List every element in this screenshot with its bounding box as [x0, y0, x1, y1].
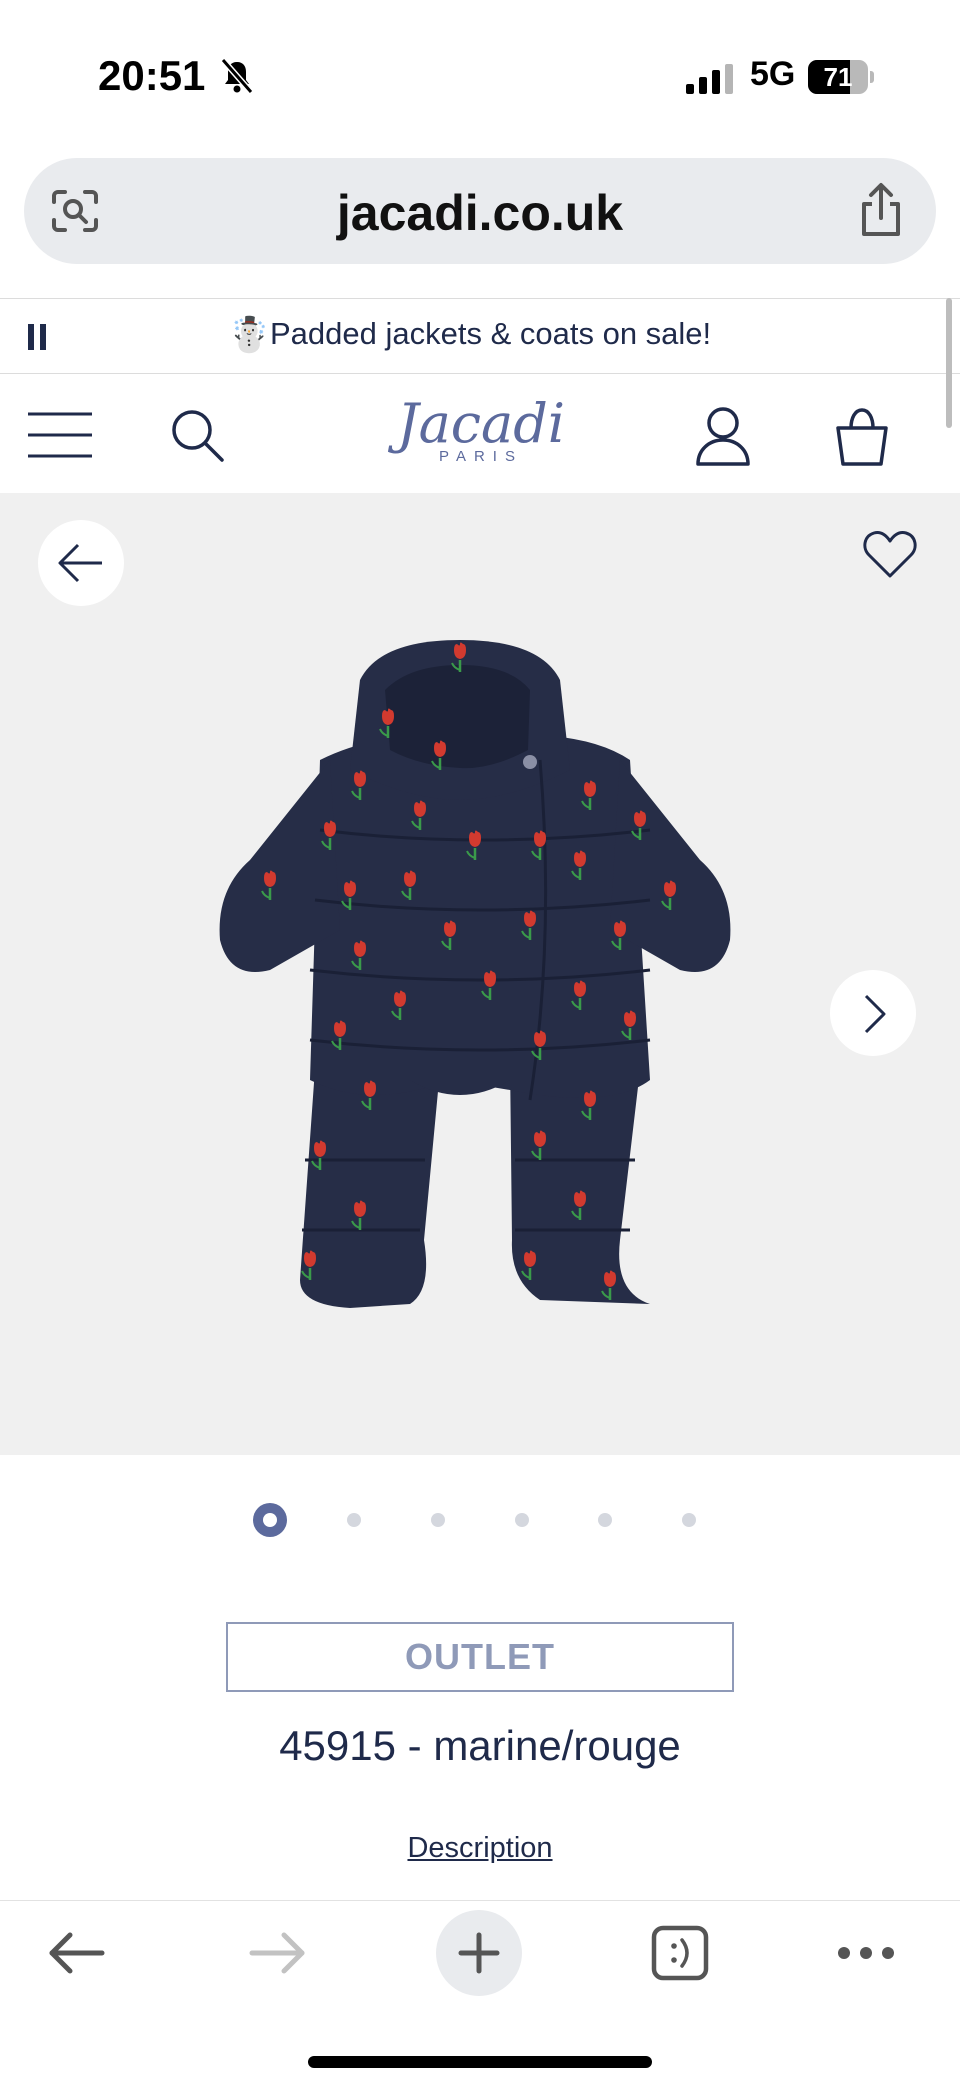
logo-subtitle: PARIS [439, 448, 523, 465]
new-tab-button[interactable] [436, 1910, 522, 1996]
plus-icon [458, 1932, 500, 1974]
jacadi-logo[interactable]: Jacadi PARIS [376, 392, 586, 472]
cellular-signal-icon [686, 64, 733, 94]
battery-icon: 71 [808, 60, 874, 94]
battery-level: 71 [823, 62, 853, 92]
account-icon[interactable] [694, 406, 752, 466]
hamburger-menu-icon[interactable] [26, 410, 94, 460]
browser-back-icon[interactable] [46, 1930, 106, 1976]
share-icon[interactable] [856, 182, 906, 238]
status-time: 20:51 [98, 52, 206, 99]
shopping-bag-icon[interactable] [834, 406, 890, 468]
carousel-dot[interactable] [431, 1513, 445, 1527]
chevron-right-icon[interactable] [860, 992, 890, 1036]
promo-text[interactable]: Padded jackets & coats on sale! [270, 316, 711, 352]
wishlist-heart-icon[interactable] [862, 528, 918, 580]
pause-icon[interactable] [26, 322, 48, 352]
snowman-emoji: ☃️ [228, 316, 271, 354]
more-options-icon[interactable] [836, 1940, 896, 1966]
carousel-dot[interactable] [347, 1513, 361, 1527]
carousel-pagination[interactable] [0, 1500, 960, 1540]
carousel-dot[interactable] [598, 1513, 612, 1527]
arrow-left-icon[interactable] [56, 540, 106, 586]
page-scrollbar[interactable] [946, 298, 952, 428]
carousel-dot[interactable] [682, 1513, 696, 1527]
network-type: 5G [750, 55, 796, 93]
carousel-dot[interactable] [515, 1513, 529, 1527]
description-link-row: Description [0, 1832, 960, 1865]
bell-muted-icon [220, 58, 254, 94]
url-text[interactable]: jacadi.co.uk [0, 184, 960, 242]
browser-forward-icon[interactable] [248, 1930, 308, 1976]
search-icon[interactable] [170, 408, 226, 464]
home-indicator[interactable] [308, 2056, 652, 2068]
outlet-badge-label: OUTLET [405, 1636, 555, 1677]
tabs-overview-icon[interactable] [650, 1924, 710, 1982]
description-link[interactable]: Description [407, 1832, 552, 1864]
product-title: 45915 - marine/rouge [279, 1722, 681, 1769]
product-image-snowsuit[interactable] [210, 640, 750, 1320]
logo-wordmark: Jacadi [396, 392, 566, 455]
